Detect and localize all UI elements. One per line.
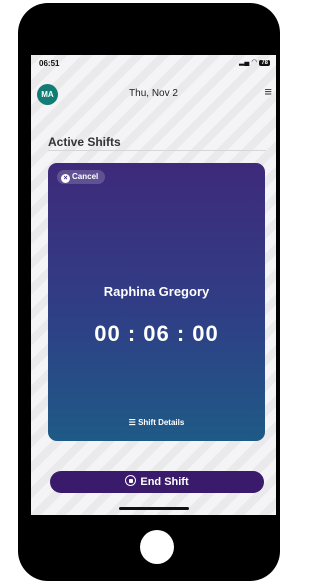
header-date: Thu, Nov 2 [129, 88, 178, 99]
cancel-label: Cancel [72, 172, 99, 181]
employee-name: Raphina Gregory [103, 284, 210, 299]
shift-details-label: Shift Details [138, 418, 185, 427]
status-icons: ▂▄ ◠ 78 [239, 58, 270, 66]
cancel-button[interactable]: × Cancel [57, 170, 106, 184]
hamburger-menu-icon[interactable]: ≡ [264, 85, 272, 99]
end-shift-button[interactable]: End Shift [50, 471, 264, 493]
close-circle-icon: × [61, 174, 70, 183]
signal-icon: ▂▄ [238, 59, 250, 66]
status-time: 06:51 [39, 59, 60, 68]
list-icon: ☰ [128, 418, 136, 427]
status-bar: 06:51 ▂▄ ◠ 78 [31, 55, 276, 73]
shift-timer: 00 : 06 : 00 [94, 321, 219, 346]
shift-details-button[interactable]: ☰ Shift Details [48, 418, 265, 427]
divider [48, 150, 266, 151]
end-shift-label: End Shift [140, 476, 189, 488]
home-indicator [119, 507, 189, 510]
app-screen: 06:51 ▂▄ ◠ 78 MA Thu, Nov 2 ≡ Active Shi… [31, 55, 276, 515]
battery-icon: 78 [259, 60, 270, 66]
stop-icon [125, 475, 137, 486]
active-shift-card: × Cancel Raphina Gregory 00 : 06 : 00 ☰ S… [48, 163, 265, 441]
wifi-icon: ◠ [251, 59, 258, 66]
section-title: Active Shifts [48, 135, 121, 149]
home-button[interactable] [140, 530, 174, 564]
